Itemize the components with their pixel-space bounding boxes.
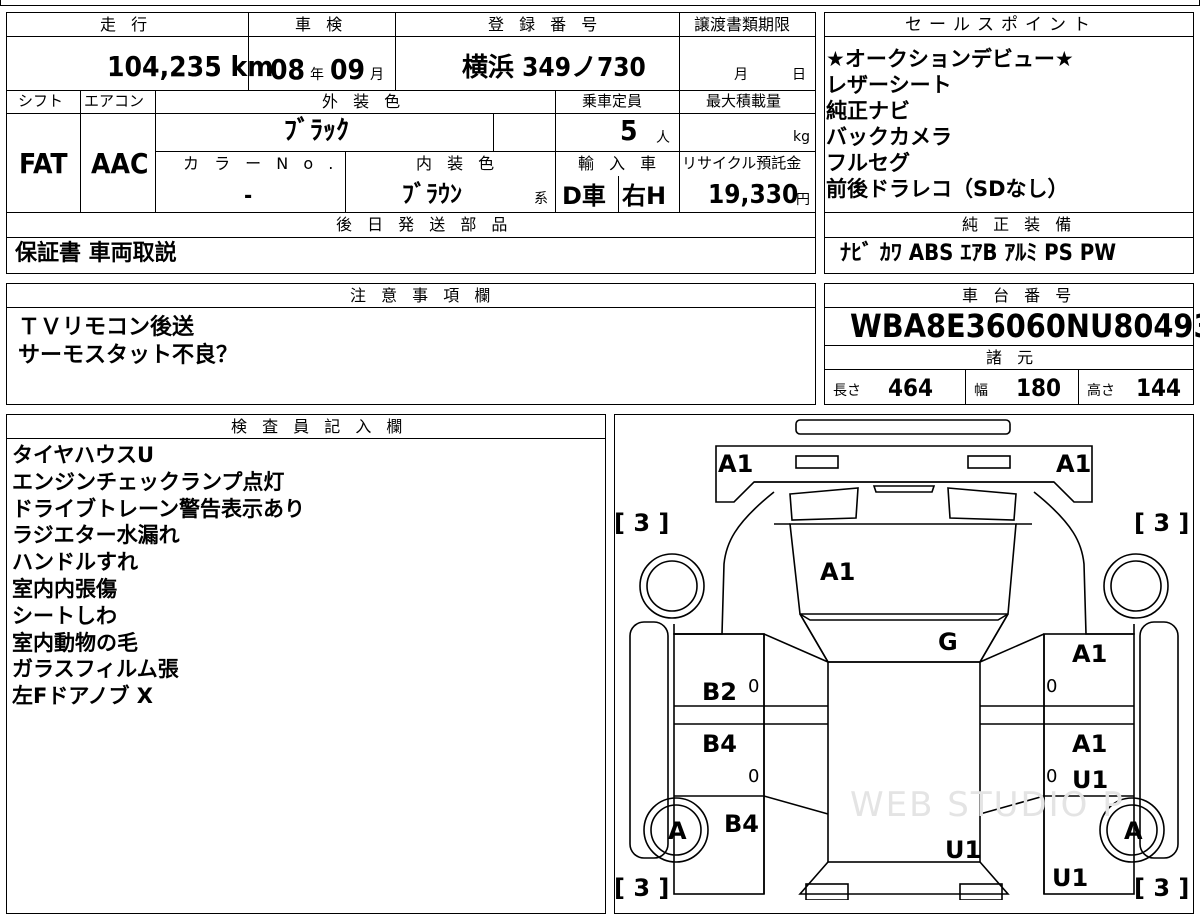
list-item: エンジンチェックランプ点灯 xyxy=(12,469,285,494)
maxload-unit: kg xyxy=(793,129,810,145)
exterior-header: 外 装 色 xyxy=(322,92,406,111)
list-item: レザーシート xyxy=(826,73,952,97)
mileage-header: 走 行 xyxy=(100,15,153,34)
interior-header: 内 装 色 xyxy=(416,154,500,173)
inspection-month: 09 xyxy=(330,53,366,86)
colorno-header: カ ラ ー N o . xyxy=(183,154,339,173)
height-label: 高さ xyxy=(1087,383,1115,399)
import-header: 輸 入 車 xyxy=(578,154,662,173)
aircon-header: エアコン xyxy=(84,92,145,110)
parts-header: 後 日 発 送 部 品 xyxy=(336,215,513,234)
import-value-2: 右H xyxy=(622,182,667,210)
inspection-year-unit: 年 xyxy=(310,67,324,83)
inspector-header: 検 査 員 記 入 欄 xyxy=(231,417,408,436)
mark-trunk: U1 xyxy=(945,836,982,864)
mark-left-rear-quarter: B4 xyxy=(724,810,759,838)
list-item: フルセグ xyxy=(826,151,910,175)
zero-left-rear: 0 xyxy=(748,766,760,787)
mark-rear-left-wheel: A xyxy=(668,817,687,845)
zero-right-rear: 0 xyxy=(1046,766,1058,787)
list-item: ガラスフィルム張 xyxy=(12,657,179,682)
sales-points-header: セールスポイント xyxy=(905,15,1097,35)
list-item: 室内内張傷 xyxy=(12,576,117,601)
transfer-month-unit: 月 xyxy=(734,67,748,83)
transfer-day-unit: 日 xyxy=(792,67,806,83)
import-value-1: D車 xyxy=(562,182,606,210)
zero-left-front: 0 xyxy=(748,676,760,697)
mark-hood: A1 xyxy=(820,558,856,586)
dimensions-header: 諸 元 xyxy=(986,348,1039,367)
inspection-month-unit: 月 xyxy=(370,67,384,83)
registration-header: 登 録 番 号 xyxy=(488,15,603,34)
list-item: ＴＶリモコン後送 xyxy=(18,315,195,340)
chassis-number: WBA8E36060NU80493 xyxy=(850,307,1200,345)
list-item: ★オークションデビュー★ xyxy=(826,47,1074,71)
capacity-unit: 人 xyxy=(656,130,670,146)
mark-left-rear-door: B4 xyxy=(702,730,737,758)
zero-right-front: 0 xyxy=(1046,676,1058,697)
top-strip xyxy=(0,0,1200,6)
sales-points-list: ★オークションデビュー★ レザーシート 純正ナビ バックカメラ フルセグ 前後ド… xyxy=(826,46,1074,202)
shift-header: シフト xyxy=(18,92,64,110)
list-item: ハンドルすれ xyxy=(12,550,138,575)
mileage-value: 104,235 km xyxy=(107,50,274,83)
inspector-list: タイヤハウスU エンジンチェックランプ点灯 ドライブトレーン警告表示あり ラジエ… xyxy=(12,442,305,710)
notes-list: ＴＶリモコン後送 サーモスタット不良？ xyxy=(18,314,238,370)
list-item: サーモスタット不良？ xyxy=(18,343,239,368)
mark-right-rear-quarter: U1 xyxy=(1052,864,1089,892)
bracket-top-left: [ 3 ] xyxy=(614,509,670,537)
list-item: 純正ナビ xyxy=(826,99,910,123)
list-item: 前後ドラレコ（SDなし） xyxy=(826,177,1069,201)
maxload-header: 最大積載量 xyxy=(706,92,782,110)
list-item: バックカメラ xyxy=(826,125,952,149)
recycle-unit: 円 xyxy=(796,192,810,208)
width-label: 幅 xyxy=(974,383,988,399)
capacity-header: 乗車定員 xyxy=(582,92,643,110)
mark-front-right: A1 xyxy=(1056,450,1092,478)
list-item: ドライブトレーン警告表示あり xyxy=(12,496,305,521)
registration-value: 横浜 349ノ730 xyxy=(462,53,646,83)
notes-header: 注 意 事 項 欄 xyxy=(350,286,496,305)
width-value: 180 xyxy=(1016,374,1062,402)
parts-value: 保証書 車両取説 xyxy=(15,241,177,266)
interior-unit: 系 xyxy=(534,191,548,207)
mark-windshield: G xyxy=(938,628,958,656)
mark-rear-right-wheel: A xyxy=(1124,817,1143,845)
colorno-value: - xyxy=(244,184,253,209)
capacity-value: 5 xyxy=(620,114,638,147)
bracket-bottom-right: [ 3 ] xyxy=(1134,874,1190,902)
list-item: 室内動物の毛 xyxy=(12,630,138,655)
factory-equipment-header: 純 正 装 備 xyxy=(962,215,1077,234)
exterior-value: ﾌﾞﾗｯｸ xyxy=(284,116,350,146)
length-value: 464 xyxy=(888,374,934,402)
mark-right-rear-door-1: A1 xyxy=(1072,730,1108,758)
bracket-top-right: [ 3 ] xyxy=(1134,509,1190,537)
interior-value: ﾌﾞﾗｳﾝ xyxy=(402,180,462,208)
factory-equipment-value: ﾅﾋﾞ ｶﾜ ABS ｴｱB ｱﾙﾐ PS PW xyxy=(840,241,1117,266)
watermark: WEB STUDIO P xyxy=(850,785,1125,825)
list-item: タイヤハウスU xyxy=(12,443,155,467)
inspection-year: 08 xyxy=(270,53,306,86)
length-label: 長さ xyxy=(833,383,861,399)
bracket-bottom-left: [ 3 ] xyxy=(614,874,670,902)
chassis-header: 車 台 番 号 xyxy=(962,286,1077,305)
list-item: シートしわ xyxy=(12,603,117,628)
list-item: ラジエター水漏れ xyxy=(12,523,180,548)
inspection-header: 車 検 xyxy=(295,15,348,34)
recycle-value: 19,330 xyxy=(708,180,799,210)
shift-value: FAT xyxy=(19,147,68,180)
aircon-value: AAC xyxy=(91,147,149,180)
mark-right-front-door: A1 xyxy=(1072,640,1108,668)
list-item: 左Fドアノブ X xyxy=(12,684,153,709)
mark-front-left: A1 xyxy=(718,450,754,478)
height-value: 144 xyxy=(1136,374,1182,402)
mark-left-front-door: B2 xyxy=(702,678,737,706)
recycle-header: リサイクル預託金 xyxy=(682,154,802,172)
transfer-header: 譲渡書類期限 xyxy=(694,15,791,34)
